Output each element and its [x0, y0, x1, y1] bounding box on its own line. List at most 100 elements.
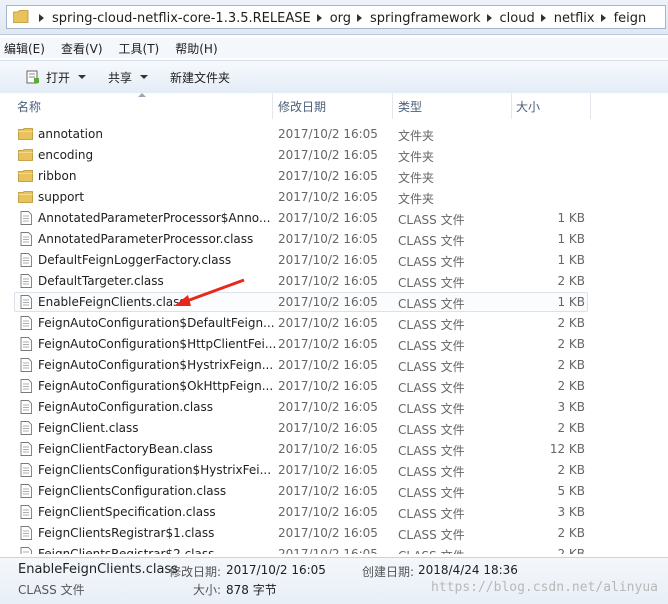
class-file-icon — [20, 358, 32, 372]
chevron-right-icon[interactable] — [357, 14, 363, 22]
column-divider[interactable] — [272, 93, 273, 119]
file-type: CLASS 文件 — [398, 507, 465, 521]
file-size: 1 KB — [557, 211, 585, 225]
details-size-label: 大小: — [193, 583, 222, 597]
file-row[interactable]: AnnotatedParameterProcessor.class 2017/10… — [0, 229, 668, 250]
breadcrumb: spring-cloud-netflix-core-1.3.5.RELEASE o… — [33, 9, 646, 27]
file-name: FeignClientsRegistrar$2.class — [38, 547, 215, 554]
file-date: 2017/10/2 16:05 — [278, 400, 378, 414]
column-header-name[interactable]: 名称 — [17, 98, 41, 115]
chevron-right-icon[interactable] — [316, 14, 322, 22]
file-name: DefaultTargeter.class — [38, 274, 164, 288]
column-header-type[interactable]: 类型 — [398, 98, 422, 115]
class-file-icon — [20, 295, 32, 309]
menu-view[interactable]: 查看(V) — [61, 40, 103, 57]
file-date: 2017/10/2 16:05 — [278, 190, 378, 204]
folder-icon — [18, 170, 33, 182]
file-name: FeignAutoConfiguration.class — [38, 400, 214, 414]
file-name: FeignClientsConfiguration.class — [38, 484, 227, 498]
file-date: 2017/10/2 16:05 — [278, 484, 378, 498]
file-row[interactable]: FeignClientsRegistrar$2.class 2017/10/2 1… — [0, 544, 668, 554]
watermark: https://blog.csdn.net/alinyua — [431, 580, 658, 595]
folder-icon — [18, 149, 33, 161]
class-file-icon — [20, 505, 32, 519]
file-row[interactable]: FeignAutoConfiguration$DefaultFeign... 20… — [0, 313, 668, 334]
chevron-right-icon[interactable] — [540, 14, 546, 22]
class-file-icon — [20, 337, 32, 351]
file-size: 3 KB — [557, 400, 585, 414]
folder-row[interactable]: annotation 2017/10/2 16:05 文件夹 — [0, 124, 668, 145]
class-file-icon — [20, 316, 32, 330]
chevron-right-icon[interactable] — [39, 14, 44, 22]
column-header-size[interactable]: 大小 — [516, 98, 540, 115]
file-row[interactable]: DefaultTargeter.class 2017/10/2 16:05 CLAS… — [0, 271, 668, 292]
open-button[interactable]: 打开 — [26, 69, 87, 86]
file-date: 2017/10/2 16:05 — [278, 295, 378, 309]
sort-ascending-icon — [138, 93, 146, 97]
folder-icon — [18, 191, 33, 203]
file-row[interactable]: FeignAutoConfiguration.class 2017/10/2 16… — [0, 397, 668, 418]
file-type: CLASS 文件 — [398, 423, 465, 437]
menu-edit[interactable]: 编辑(E) — [4, 40, 45, 57]
share-button[interactable]: 共享 — [108, 69, 149, 86]
file-date: 2017/10/2 16:05 — [278, 379, 378, 393]
breadcrumb-item[interactable]: spring-cloud-netflix-core-1.3.5.RELEASE — [52, 11, 311, 26]
chevron-right-icon[interactable] — [600, 14, 606, 22]
breadcrumb-item[interactable]: springframework — [370, 11, 480, 26]
class-file-icon — [20, 463, 32, 477]
file-type: CLASS 文件 — [398, 234, 465, 248]
breadcrumb-item[interactable]: netflix — [554, 11, 595, 26]
file-size: 2 KB — [557, 463, 585, 477]
file-size: 12 KB — [549, 442, 585, 456]
file-size: 2 KB — [557, 274, 585, 288]
file-row[interactable]: AnnotatedParameterProcessor$Anno... 2017/… — [0, 208, 668, 229]
column-divider[interactable] — [392, 93, 393, 119]
menu-bar: 编辑(E) 查看(V) 工具(T) 帮助(H) — [0, 38, 668, 58]
folder-row[interactable]: ribbon 2017/10/2 16:05 文件夹 — [0, 166, 668, 187]
file-row[interactable]: FeignClientFactoryBean.class 2017/10/2 16… — [0, 439, 668, 460]
file-type: 文件夹 — [398, 171, 435, 185]
file-type: CLASS 文件 — [398, 255, 465, 269]
file-row[interactable]: FeignAutoConfiguration$OkHttpFeign... 201… — [0, 376, 668, 397]
column-divider[interactable] — [511, 93, 512, 119]
breadcrumb-item[interactable]: org — [330, 11, 351, 26]
open-file-icon — [26, 70, 39, 84]
file-date: 2017/10/2 16:05 — [278, 463, 378, 477]
details-file-name: EnableFeignClients.class — [18, 562, 178, 577]
folder-row[interactable]: encoding 2017/10/2 16:05 文件夹 — [0, 145, 668, 166]
menu-help[interactable]: 帮助(H) — [175, 40, 217, 57]
column-divider[interactable] — [590, 93, 591, 119]
file-type: CLASS 文件 — [398, 318, 465, 332]
file-date: 2017/10/2 16:05 — [278, 337, 378, 351]
breadcrumb-item[interactable]: feign — [614, 11, 647, 26]
file-date: 2017/10/2 16:05 — [278, 169, 378, 183]
column-header-date[interactable]: 修改日期 — [278, 98, 326, 115]
file-row[interactable]: FeignClientsRegistrar$1.class 2017/10/2 1… — [0, 523, 668, 544]
file-row[interactable]: FeignClientsConfiguration$HystrixFei... 2… — [0, 460, 668, 481]
breadcrumb-item[interactable]: cloud — [500, 11, 535, 26]
details-created-value: 2018/4/24 18:36 — [418, 563, 518, 577]
file-row[interactable]: EnableFeignClients.class 2017/10/2 16:05 C… — [0, 292, 668, 313]
menu-tools[interactable]: 工具(T) — [119, 40, 160, 57]
file-date: 2017/10/2 16:05 — [278, 274, 378, 288]
file-row[interactable]: FeignAutoConfiguration$HystrixFeign... 20… — [0, 355, 668, 376]
file-date: 2017/10/2 16:05 — [278, 421, 378, 435]
file-type: CLASS 文件 — [398, 547, 465, 554]
new-folder-button[interactable]: 新建文件夹 — [170, 69, 230, 86]
address-bar[interactable]: spring-cloud-netflix-core-1.3.5.RELEASE o… — [6, 5, 666, 29]
chevron-right-icon[interactable] — [486, 14, 492, 22]
file-row[interactable]: FeignAutoConfiguration$HttpClientFei... 2… — [0, 334, 668, 355]
file-type: 文件夹 — [398, 150, 435, 164]
file-row[interactable]: FeignClientSpecification.class 2017/10/2 … — [0, 502, 668, 523]
class-file-icon — [20, 421, 32, 435]
file-type: CLASS 文件 — [398, 276, 465, 290]
folder-row[interactable]: support 2017/10/2 16:05 文件夹 — [0, 187, 668, 208]
file-row[interactable]: FeignClient.class 2017/10/2 16:05 CLASS 文件… — [0, 418, 668, 439]
file-row[interactable]: FeignClientsConfiguration.class 2017/10/2… — [0, 481, 668, 502]
share-label: 共享 — [108, 70, 133, 85]
chevron-down-icon — [140, 75, 149, 79]
file-type: CLASS 文件 — [398, 339, 465, 353]
class-file-icon — [20, 211, 32, 225]
file-row[interactable]: DefaultFeignLoggerFactory.class 2017/10/2… — [0, 250, 668, 271]
file-date: 2017/10/2 16:05 — [278, 148, 378, 162]
